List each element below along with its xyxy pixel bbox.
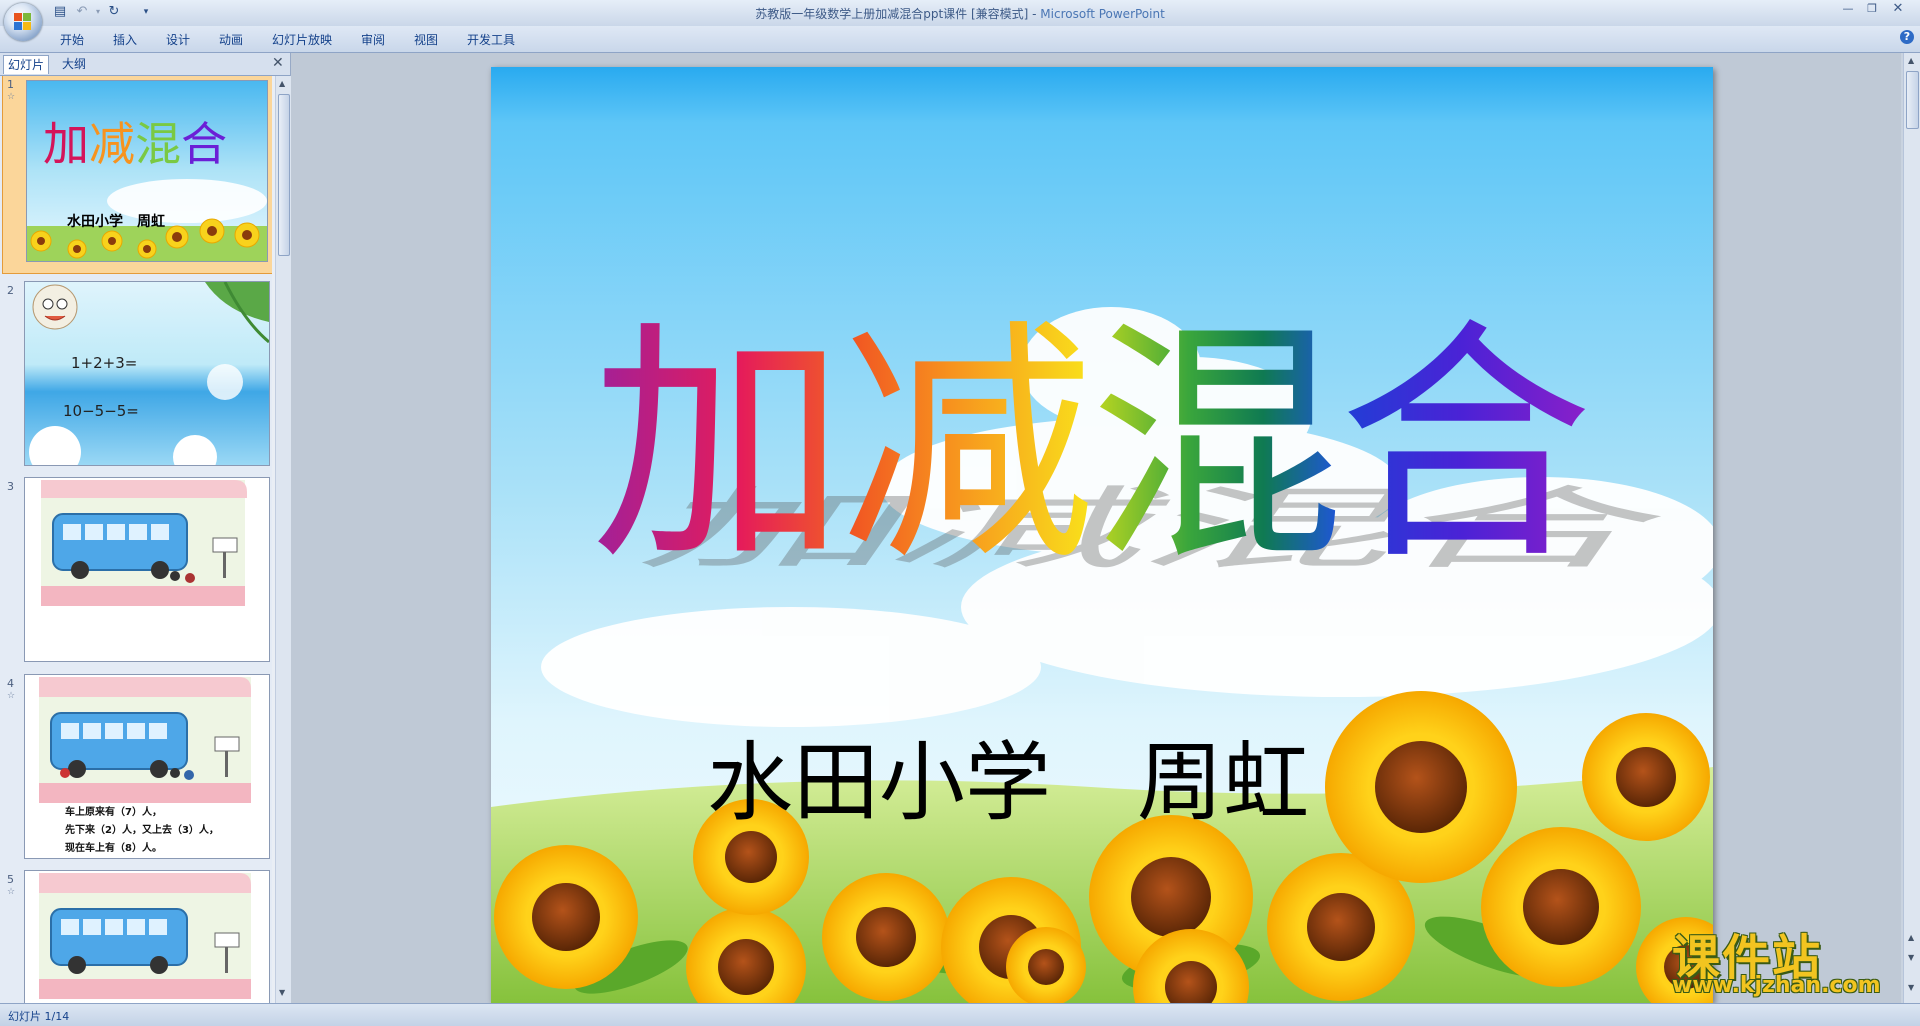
thumbnail-2-line-1: 1+2+3= <box>71 354 138 372</box>
animation-star-icon: ☆ <box>7 92 16 102</box>
current-slide[interactable]: 加减混合 加减混合 水田小学 周虹 <box>491 67 1713 1003</box>
slide-title[interactable]: 加减混合 <box>591 297 1593 597</box>
title-char-he: 合 <box>1338 298 1593 595</box>
thumbnail-4-line: 现在车上有（8）人。 <box>65 843 162 854</box>
slide-editor: 加减混合 加减混合 水田小学 周虹 <box>291 53 1901 1003</box>
scrollbar-thumb[interactable] <box>1906 71 1919 129</box>
slide-thumbnail-5[interactable] <box>24 870 270 1003</box>
title-bar: ▤ ↶ ▾ ↻ ▾ 苏教版一年级数学上册加减混合ppt课件 [兼容模式] - M… <box>0 0 1920 41</box>
scroll-down-icon[interactable]: ▼ <box>1908 953 1914 962</box>
watermark-logo: 课件站 www.kjzhan.com <box>1668 918 1908 1000</box>
restore-button[interactable]: ❐ <box>1862 2 1882 16</box>
pane-tabs: 幻灯片 大纲 ✕ <box>0 53 290 76</box>
next-slide-icon[interactable]: ▼ <box>1908 983 1914 992</box>
thumbnail-3-art <box>25 478 269 661</box>
animation-star-icon: ☆ <box>7 887 16 897</box>
watermark-url: www.kjzhan.com <box>1672 973 1881 998</box>
thumbnail-2-line-2: 10−5−5= <box>63 402 139 420</box>
thumbnail-4-text: 车上原来有（7）人， 先下来（2）人，又上去（3）人， 现在车上有（8）人。 <box>65 804 219 858</box>
document-name: 苏教版一年级数学上册加减混合ppt课件 [兼容模式] <box>755 7 1029 21</box>
scrollbar-thumb[interactable] <box>278 94 290 256</box>
thumbnail-4-line: 车上原来有（7）人， <box>65 807 162 818</box>
thumb-title-char: 加 <box>43 117 89 171</box>
thumbnail-5-art <box>25 871 269 1003</box>
thumbnail-1-title: 加减混合 <box>43 119 227 169</box>
office-button[interactable] <box>4 3 42 41</box>
thumbnail-number: 4 <box>7 677 14 690</box>
app-name: Microsoft PowerPoint <box>1040 7 1165 21</box>
thumb-title-char: 混 <box>135 117 181 171</box>
thumbnail-2-art <box>25 282 269 465</box>
help-icon[interactable]: ? <box>1900 30 1914 44</box>
close-pane-icon[interactable]: ✕ <box>272 55 284 71</box>
slide-counter: 幻灯片 1/14 <box>8 1010 70 1023</box>
slide-subtitle[interactable]: 水田小学 周虹 <box>707 735 1309 831</box>
close-button[interactable]: ✕ <box>1888 2 1908 16</box>
scroll-up-icon[interactable]: ▲ <box>279 79 285 88</box>
status-bar: 幻灯片 1/14 <box>0 1003 1920 1026</box>
tab-home[interactable]: 开始 <box>60 31 84 48</box>
slide-scrollbar[interactable]: ▲ ▲ ▼ ▼ <box>1903 53 1920 1003</box>
scroll-down-icon[interactable]: ▼ <box>279 988 285 997</box>
scroll-up-icon[interactable]: ▲ <box>1908 56 1914 65</box>
tab-design[interactable]: 设计 <box>166 31 190 48</box>
slide-thumbnail-4[interactable]: 车上原来有（7）人， 先下来（2）人，又上去（3）人， 现在车上有（8）人。 <box>24 674 270 859</box>
thumbnail-4-line: 先下来（2）人，又上去（3）人， <box>65 825 219 836</box>
tab-view[interactable]: 视图 <box>414 31 438 48</box>
office-logo-icon <box>14 13 32 31</box>
tab-insert[interactable]: 插入 <box>113 31 137 48</box>
previous-slide-icon[interactable]: ▲ <box>1908 933 1914 942</box>
tab-outline[interactable]: 大纲 <box>58 55 90 73</box>
title-char-hun: 混 <box>1089 298 1344 595</box>
tab-slide-show[interactable]: 幻灯片放映 <box>272 31 332 48</box>
thumb-title-char: 合 <box>181 117 227 171</box>
window-title: 苏教版一年级数学上册加减混合ppt课件 [兼容模式] - Microsoft P… <box>0 5 1920 22</box>
tab-slides[interactable]: 幻灯片 <box>3 55 50 74</box>
slide-thumbnail-3[interactable] <box>24 477 270 662</box>
thumbnail-number: 2 <box>7 284 14 297</box>
slide-thumbnail-2[interactable]: 1+2+3= 10−5−5= <box>24 281 270 466</box>
ribbon-tabs: 开始 插入 设计 动画 幻灯片放映 审阅 视图 开发工具 ? <box>0 26 1920 53</box>
thumb-title-char: 减 <box>89 117 135 171</box>
thumbnail-number: 1 <box>7 78 14 91</box>
slide-thumbnail-1[interactable]: 加减混合 水田小学 周虹 <box>26 80 268 262</box>
tab-review[interactable]: 审阅 <box>361 31 385 48</box>
tab-developer[interactable]: 开发工具 <box>467 31 515 48</box>
title-char-jian: 减 <box>840 298 1095 595</box>
thumbnail-number: 5 <box>7 873 14 886</box>
animation-star-icon: ☆ <box>7 691 16 701</box>
title-separator: - <box>1028 7 1041 21</box>
minimize-button[interactable]: — <box>1838 2 1858 16</box>
slides-pane: 幻灯片 大纲 ✕ 1 ☆ 加减混合 水田小学 周虹 2 1+2+3= 10−5−… <box>0 53 291 1003</box>
thumbnail-list: 1 ☆ 加减混合 水田小学 周虹 2 1+2+3= 10−5−5= 3 4 ☆ … <box>0 76 272 1003</box>
title-char-jia: 加 <box>591 298 846 595</box>
thumbnail-scrollbar[interactable]: ▲ ▼ <box>275 76 291 1003</box>
thumbnail-1-art <box>27 81 267 261</box>
tab-animations[interactable]: 动画 <box>219 31 243 48</box>
thumbnail-number: 3 <box>7 480 14 493</box>
thumbnail-1-subtitle: 水田小学 周虹 <box>67 214 165 230</box>
